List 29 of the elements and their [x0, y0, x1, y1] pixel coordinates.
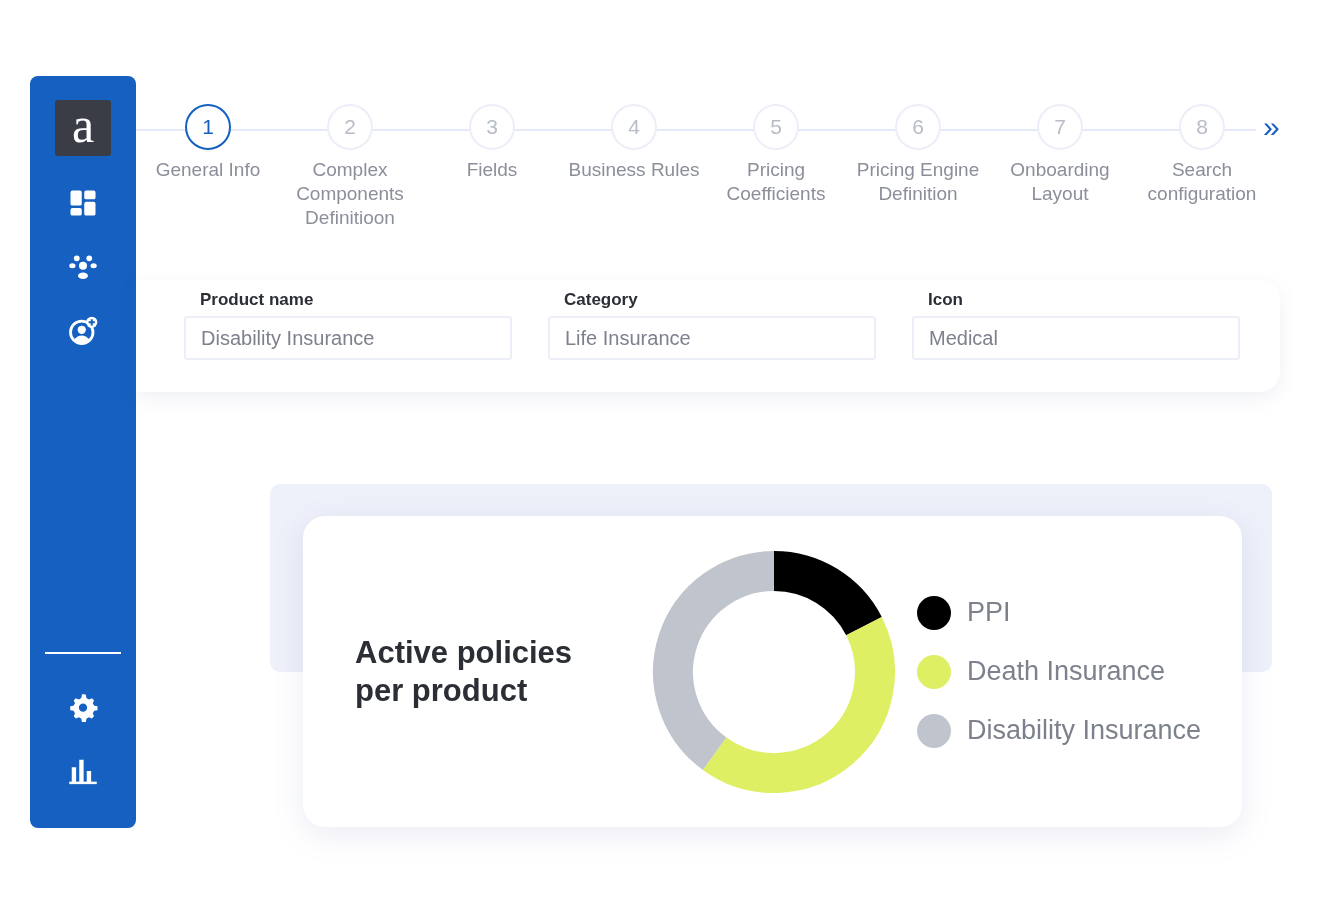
step-label[interactable]: General Info: [137, 158, 279, 182]
step-label[interactable]: Pricing Engine Definition: [847, 158, 989, 206]
step-number[interactable]: 3: [469, 104, 515, 150]
legend-label: Death Insurance: [967, 656, 1166, 687]
input-field[interactable]: Medical: [912, 316, 1240, 360]
step-number[interactable]: 8: [1179, 104, 1225, 150]
step-number[interactable]: 5: [753, 104, 799, 150]
step-number[interactable]: 7: [1037, 104, 1083, 150]
legend-label: PPI: [967, 597, 1011, 628]
step-number[interactable]: 1: [185, 104, 231, 150]
logo: a: [55, 100, 111, 156]
step-label[interactable]: Business Rules: [563, 158, 705, 182]
user-add-icon[interactable]: [66, 314, 100, 348]
step-label[interactable]: Fields: [421, 158, 563, 182]
next-steps-icon[interactable]: »: [1263, 104, 1280, 150]
legend-label: Disability Insurance: [967, 715, 1202, 746]
step-number[interactable]: 2: [327, 104, 373, 150]
chart-title: Active policies per product: [355, 633, 574, 710]
step-label[interactable]: Pricing Coefficients: [705, 158, 847, 206]
step-label[interactable]: Complex Components Definitioon: [279, 158, 421, 230]
input-field[interactable]: Life Insurance: [548, 316, 876, 360]
step-number[interactable]: 6: [895, 104, 941, 150]
field-label: Product name: [200, 290, 315, 310]
step-label[interactable]: Search configuration: [1131, 158, 1273, 206]
field-label: Icon: [928, 290, 964, 310]
step-number[interactable]: 4: [611, 104, 657, 150]
field-label: Category: [564, 290, 639, 310]
step-label[interactable]: Onboarding Layout: [989, 158, 1131, 206]
input-field[interactable]: Disability Insurance: [184, 316, 512, 360]
